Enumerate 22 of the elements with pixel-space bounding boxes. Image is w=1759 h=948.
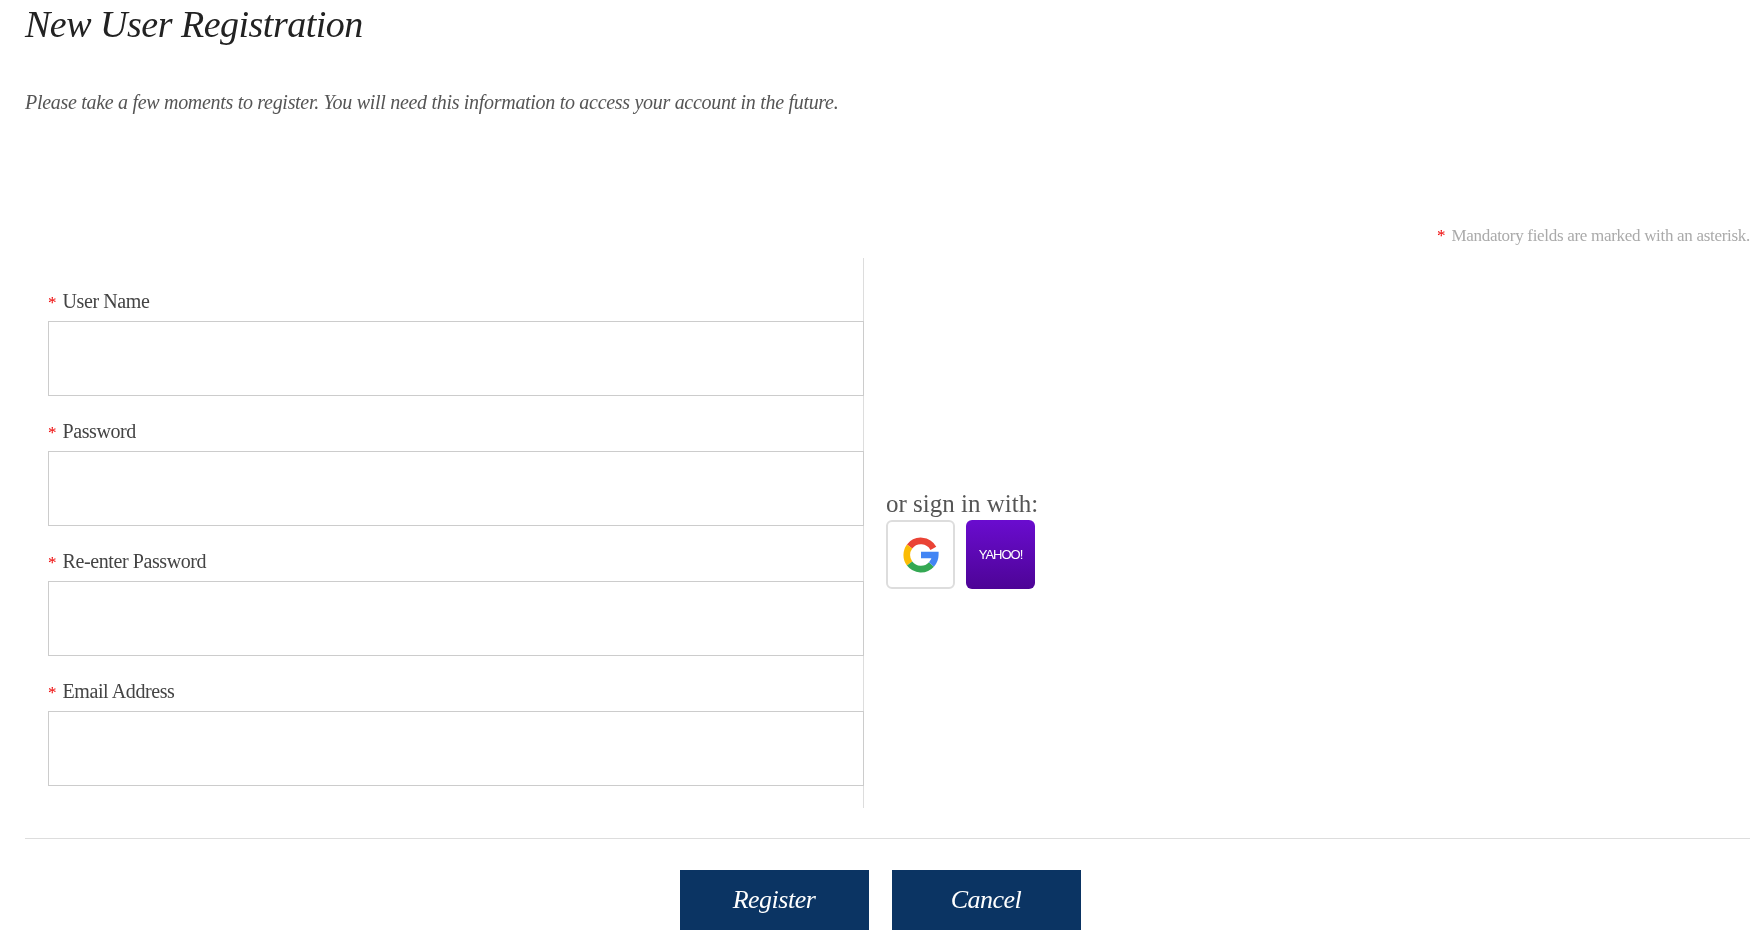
- field-label: User Name: [62, 290, 150, 313]
- sign-in-label: or sign in with:: [886, 490, 1039, 518]
- field-label: Email Address: [62, 680, 175, 703]
- field-label: Password: [62, 420, 136, 443]
- register-button[interactable]: Register: [679, 870, 869, 930]
- asterisk-mark: *: [48, 423, 57, 443]
- mandatory-note: Mandatory fields are marked with an asterisk.: [1451, 226, 1750, 246]
- input-field[interactable]: [48, 451, 864, 526]
- asterisk-mark: *: [48, 683, 57, 703]
- intro-text: Please take a few moments to register. You will need this information to access your account in the future.: [25, 91, 840, 114]
- asterisk-mark: *: [1436, 226, 1446, 246]
- input-field[interactable]: [48, 321, 864, 396]
- page-title: New User Registration: [25, 2, 364, 46]
- asterisk-mark: *: [48, 553, 57, 573]
- field-label: Re-enter Password: [62, 550, 207, 573]
- input-field[interactable]: [48, 581, 864, 656]
- google-sign-in-button[interactable]: [886, 520, 955, 589]
- input-field[interactable]: [48, 711, 864, 786]
- g-logo-icon: [901, 535, 940, 574]
- cancel-button[interactable]: Cancel: [891, 870, 1081, 930]
- yahoo-sign-in-button[interactable]: YAHOO!: [966, 520, 1035, 589]
- asterisk-mark: *: [48, 293, 57, 313]
